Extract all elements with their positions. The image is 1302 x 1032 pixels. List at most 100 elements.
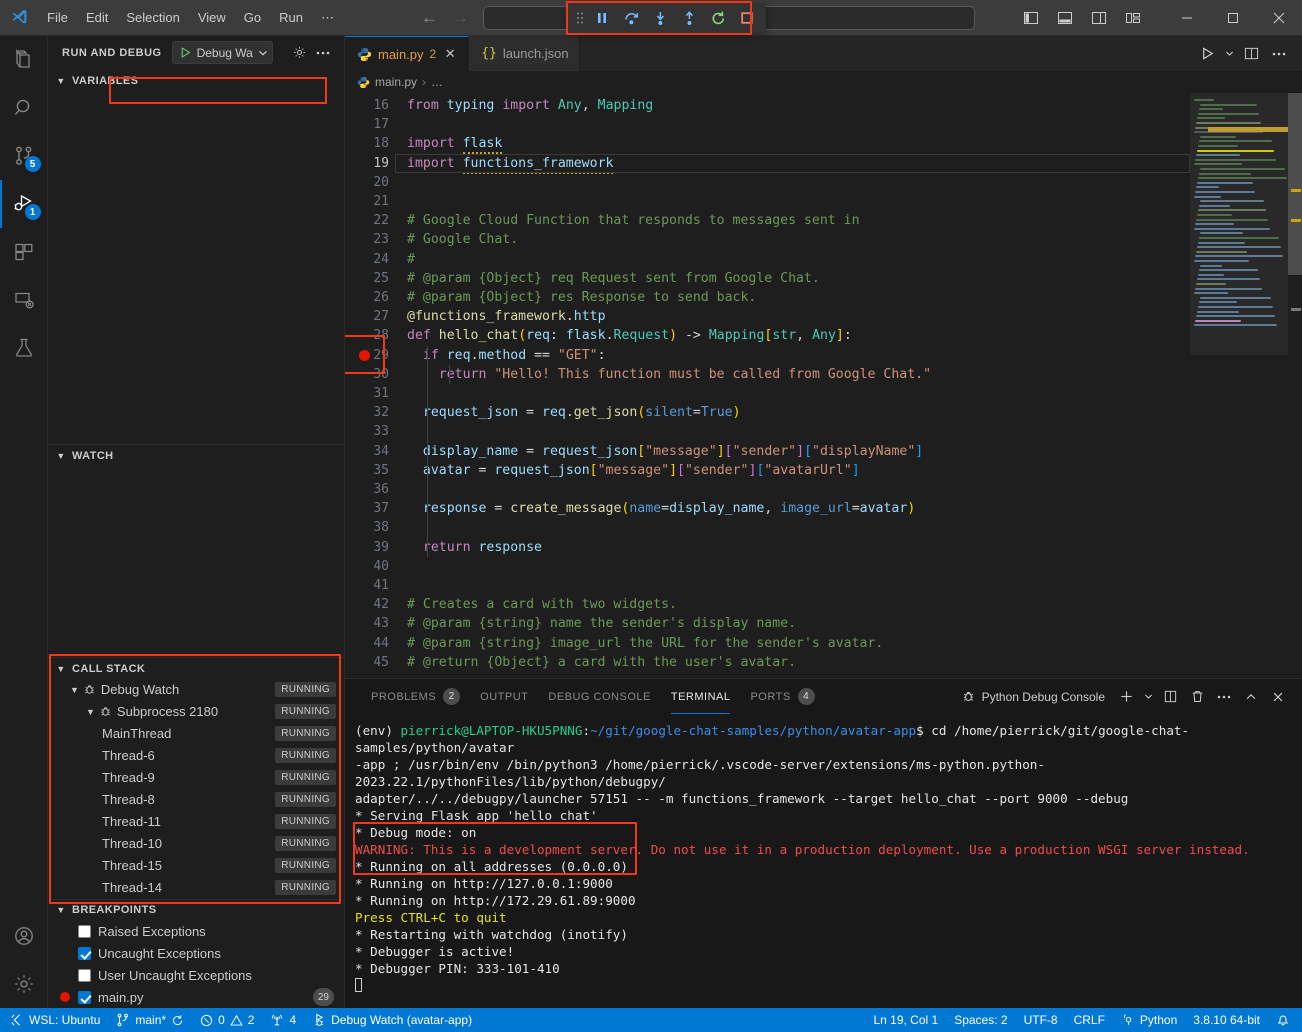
line-content[interactable]: display_name = request_json["message"]["… — [407, 444, 923, 459]
line-content[interactable]: # @param {Object} res Response to send b… — [407, 290, 756, 305]
line-number[interactable]: 34 — [345, 444, 407, 459]
breakpoint-row[interactable]: main.py29 — [48, 986, 344, 1008]
status-encoding[interactable]: UTF-8 — [1016, 1008, 1066, 1032]
line-number[interactable]: 41 — [345, 578, 407, 593]
terminal-output[interactable]: (env) pierrick@LAPTOP-HKU5PNNG:~/git/goo… — [345, 714, 1302, 1008]
code-line[interactable]: 20 — [345, 173, 1190, 192]
status-notifications[interactable] — [1268, 1008, 1298, 1032]
code-line[interactable]: 23# Google Chat. — [345, 230, 1190, 249]
split-editor-right-icon[interactable] — [1238, 41, 1264, 67]
line-content[interactable]: import flask — [407, 136, 502, 151]
line-number[interactable]: 18 — [345, 136, 407, 151]
call-stack-row[interactable]: Thread-14RUNNING — [48, 877, 344, 899]
line-number[interactable]: 28 — [345, 328, 407, 343]
code-line[interactable]: 41 — [345, 576, 1190, 595]
tab-launch-json[interactable]: {} launch.json — [469, 36, 579, 71]
call-stack-row[interactable]: Thread-11RUNNING — [48, 811, 344, 833]
chevron-down-icon[interactable]: ▼ — [70, 685, 79, 695]
line-content[interactable]: # @return {Object} a card with the user'… — [407, 655, 796, 670]
line-content[interactable]: def hello_chat(req: flask.Request) -> Ma… — [407, 328, 852, 343]
line-content[interactable]: # — [407, 252, 415, 267]
code-line[interactable]: 27@functions_framework.http — [345, 307, 1190, 326]
line-number[interactable]: 19 — [345, 156, 407, 171]
activitybar-settings[interactable] — [0, 960, 48, 1008]
debug-step-over-button[interactable] — [617, 5, 645, 31]
code-line[interactable]: 44# @param {string} image_url the URL fo… — [345, 634, 1190, 653]
split-terminal-icon[interactable] — [1158, 685, 1182, 709]
debug-restart-button[interactable] — [704, 5, 732, 31]
debug-pause-button[interactable] — [588, 5, 616, 31]
maximize-button[interactable] — [1210, 0, 1256, 36]
call-stack-row[interactable]: Thread-8RUNNING — [48, 789, 344, 811]
kill-terminal-icon[interactable] — [1185, 685, 1209, 709]
line-number[interactable]: 42 — [345, 597, 407, 612]
active-terminal-name[interactable]: Python Debug Console — [961, 689, 1105, 704]
code-line[interactable]: 45# @return {Object} a card with the use… — [345, 653, 1190, 672]
debug-toolbar[interactable] — [568, 3, 766, 33]
line-number[interactable]: 40 — [345, 559, 407, 574]
section-watch-header[interactable]: ▼ WATCH — [48, 444, 344, 465]
call-stack-row[interactable]: Thread-6RUNNING — [48, 745, 344, 767]
line-number[interactable]: 17 — [345, 117, 407, 132]
code-line[interactable]: 34 display_name = request_json["message"… — [345, 442, 1190, 461]
breakpoint-checkbox[interactable] — [78, 947, 91, 960]
activitybar-accounts[interactable] — [0, 912, 48, 960]
line-number[interactable]: 27 — [345, 309, 407, 324]
status-problems[interactable]: 0 2 — [192, 1008, 262, 1032]
call-stack-row[interactable]: Thread-15RUNNING — [48, 855, 344, 877]
code-line[interactable]: 38 — [345, 518, 1190, 537]
go-back-icon[interactable]: ← — [421, 8, 438, 28]
debug-config-dropdown[interactable]: Debug Wa — [172, 41, 273, 64]
menu-go[interactable]: Go — [235, 6, 270, 29]
panel-tab-output[interactable]: OUTPUT — [470, 679, 538, 714]
debug-stop-button[interactable] — [733, 5, 761, 31]
toggle-secondary-sidebar-icon[interactable] — [1084, 3, 1114, 33]
code-line[interactable]: 36 — [345, 480, 1190, 499]
line-number[interactable]: 26 — [345, 290, 407, 305]
line-number[interactable]: 29 — [345, 348, 407, 363]
code-line[interactable]: 32 request_json = req.get_json(silent=Tr… — [345, 403, 1190, 422]
code-line[interactable]: 31 — [345, 384, 1190, 403]
code-line[interactable]: 30 return "Hello! This function must be … — [345, 365, 1190, 384]
code-line[interactable]: 24# — [345, 250, 1190, 269]
panel-tab-problems[interactable]: PROBLEMS2 — [361, 679, 470, 714]
line-number[interactable]: 38 — [345, 520, 407, 535]
code-line[interactable]: 29 if req.method == "GET": — [345, 346, 1190, 365]
line-number[interactable]: 35 — [345, 463, 407, 478]
code-line[interactable]: 22# Google Cloud Function that responds … — [345, 211, 1190, 230]
line-number[interactable]: 23 — [345, 232, 407, 247]
breadcrumb-symbol[interactable]: … — [431, 75, 443, 89]
editor-scrollbar-thumb[interactable] — [1288, 93, 1302, 275]
code-line[interactable]: 35 avatar = request_json["message"]["sen… — [345, 461, 1190, 480]
section-variables-header[interactable]: ▼ VARIABLES — [48, 70, 344, 91]
terminal-profile-chevron-icon[interactable] — [1141, 685, 1155, 709]
customize-layout-icon[interactable] — [1118, 3, 1148, 33]
minimap[interactable] — [1190, 93, 1302, 678]
line-content[interactable]: avatar = request_json["message"]["sender… — [407, 463, 860, 478]
activitybar-testing[interactable] — [0, 324, 48, 372]
tab-main-py-close-icon[interactable]: ✕ — [442, 46, 458, 62]
line-content[interactable]: request_json = req.get_json(silent=True) — [407, 405, 741, 420]
line-content[interactable]: # Creates a card with two widgets. — [407, 597, 677, 612]
call-stack-row[interactable]: Thread-9RUNNING — [48, 767, 344, 789]
breakpoint-checkbox[interactable] — [78, 925, 91, 938]
close-panel-icon[interactable] — [1266, 685, 1290, 709]
line-number[interactable]: 45 — [345, 655, 407, 670]
menu-view[interactable]: View — [189, 6, 235, 29]
editor-more-actions-icon[interactable] — [1266, 41, 1292, 67]
line-number[interactable]: 16 — [345, 98, 407, 113]
line-content[interactable]: # @param {string} image_url the URL for … — [407, 636, 883, 651]
menu-run[interactable]: Run — [270, 6, 312, 29]
minimize-button[interactable] — [1164, 0, 1210, 36]
line-content[interactable]: # Google Chat. — [407, 232, 518, 247]
code-line[interactable]: 39 return response — [345, 538, 1190, 557]
status-interpreter[interactable]: 3.8.10 64-bit — [1185, 1008, 1268, 1032]
line-number[interactable]: 37 — [345, 501, 407, 516]
line-content[interactable]: import functions_framework — [407, 156, 613, 171]
line-number[interactable]: 20 — [345, 175, 407, 190]
code-line[interactable]: 37 response = create_message(name=displa… — [345, 499, 1190, 518]
code-line[interactable]: 21 — [345, 192, 1190, 211]
sidebar-more-actions-icon[interactable] — [312, 42, 334, 64]
code-line[interactable]: 18import flask — [345, 134, 1190, 153]
menu-file[interactable]: File — [38, 6, 77, 29]
